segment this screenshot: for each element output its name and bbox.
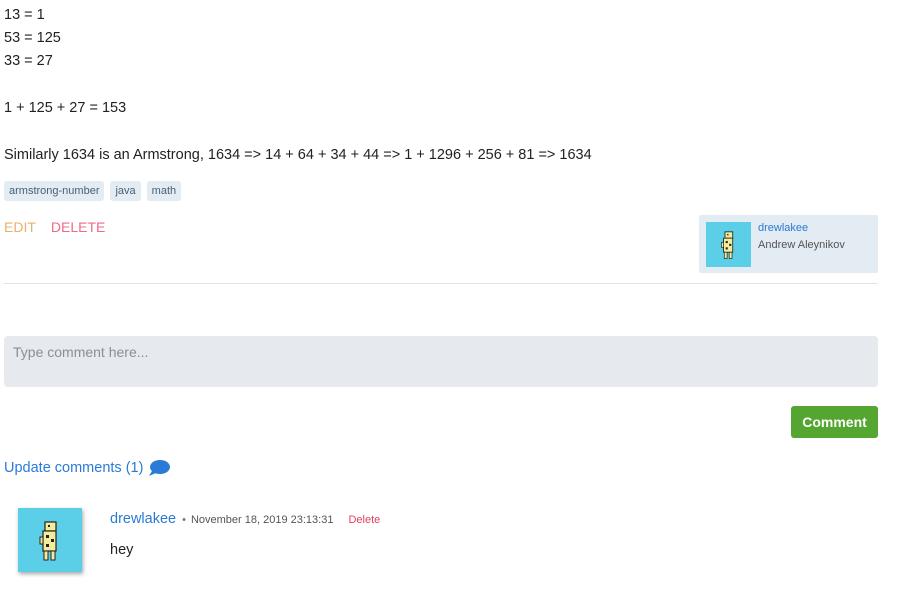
post-line: Similarly 1634 is an Armstrong, 1634 => … xyxy=(4,147,592,163)
comment-avatar[interactable] xyxy=(18,508,82,572)
delete-link[interactable]: DELETE xyxy=(51,219,105,235)
comment-text: hey xyxy=(110,542,134,558)
tag-math[interactable]: math xyxy=(146,181,182,201)
comment-input[interactable] xyxy=(4,336,878,387)
comment-username[interactable]: drewlakee xyxy=(110,511,176,527)
avatar[interactable] xyxy=(706,222,751,267)
post-line: 33 = 27 xyxy=(4,53,53,69)
post-line: 53 = 125 xyxy=(4,30,61,46)
author-full-name: Andrew Aleynikov xyxy=(758,239,845,251)
update-comments-link[interactable]: Update comments (1) xyxy=(4,459,171,477)
post-line: 13 = 1 xyxy=(4,7,45,23)
tag-list: armstrong-number java math xyxy=(4,181,182,201)
edit-link[interactable]: EDIT xyxy=(4,219,36,235)
giraffe-icon xyxy=(39,521,57,561)
post-actions: EDIT DELETE xyxy=(4,219,105,235)
giraffe-icon xyxy=(721,231,734,259)
tag-armstrong-number[interactable]: armstrong-number xyxy=(4,181,105,201)
divider xyxy=(4,283,878,284)
author-card: drewlakee Andrew Aleynikov xyxy=(699,215,878,273)
comment-separator: • xyxy=(182,514,186,526)
comment-date: November 18, 2019 23:13:31 xyxy=(190,514,334,526)
tag-java[interactable]: java xyxy=(110,181,141,201)
comment-meta: drewlakee • November 18, 2019 23:13:31 D… xyxy=(110,511,380,527)
author-username[interactable]: drewlakee xyxy=(758,222,808,234)
update-comments-label: Update comments (1) xyxy=(4,460,144,476)
post-line: 1 + 125 + 27 = 153 xyxy=(4,100,127,116)
comment-bubble-icon xyxy=(148,459,171,477)
comment-submit-button[interactable]: Comment xyxy=(791,406,878,438)
comment-delete-link[interactable]: Delete xyxy=(348,514,380,526)
